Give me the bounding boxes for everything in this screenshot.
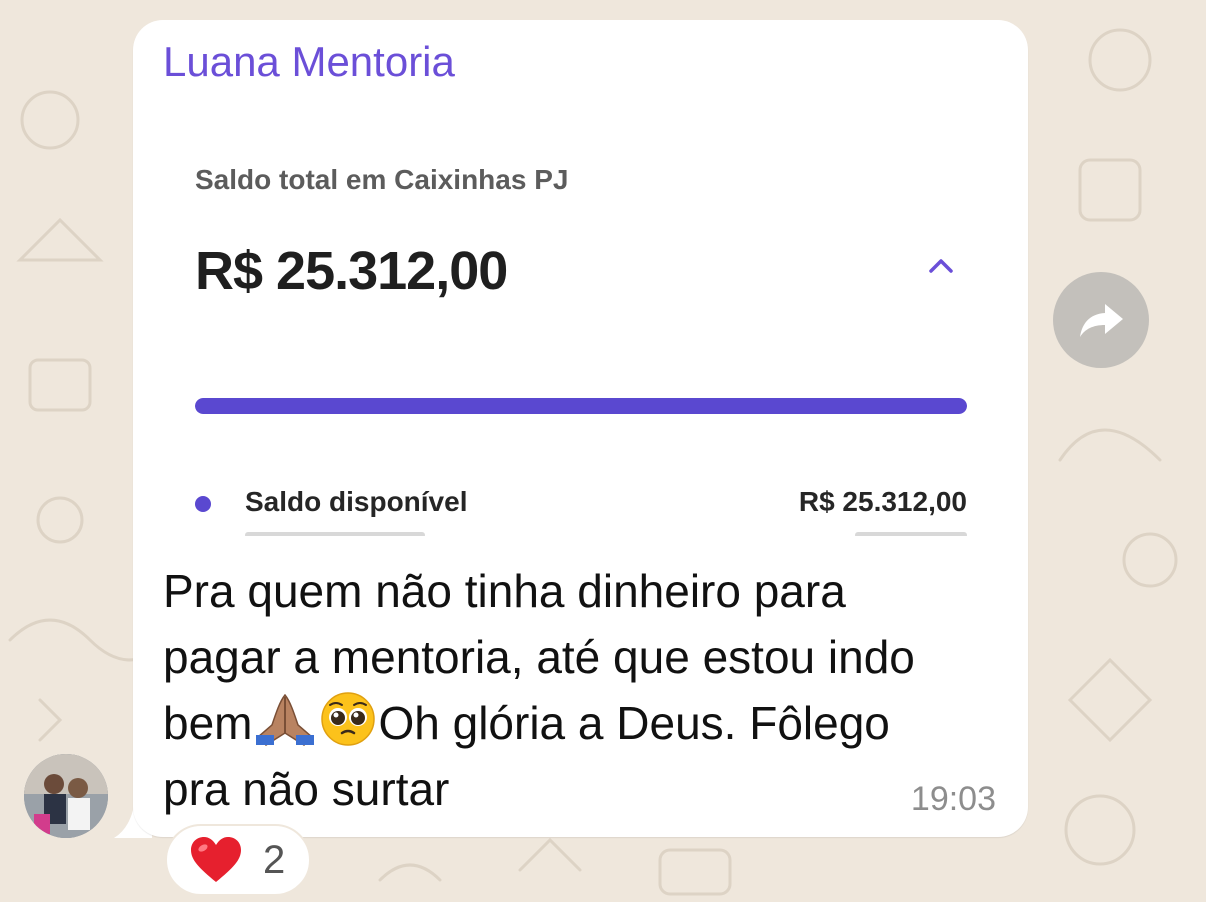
message-bubble[interactable]: Luana Mentoria Saldo total em Caixinhas … <box>133 20 1028 837</box>
forward-icon <box>1080 304 1123 337</box>
reaction-pill[interactable]: 2 <box>165 824 311 896</box>
message-fragment: bem <box>163 697 253 749</box>
folded-hands-emoji <box>256 693 315 746</box>
message-line: Pra quem não tinha dinheiro para <box>163 565 846 617</box>
balance-progress-bar <box>195 398 967 414</box>
sender-name[interactable]: Luana Mentoria <box>163 38 455 86</box>
message-line: bem Oh glória a Deus. Fôlego <box>163 690 1013 756</box>
available-balance-value: R$ 25.312,00 <box>798 486 967 517</box>
red-heart-emoji <box>191 837 241 882</box>
available-balance-label: Saldo disponível <box>245 486 468 517</box>
forward-button[interactable] <box>1053 272 1149 368</box>
message-text: Pra quem não tinha dinheiro para pagar a… <box>163 558 1013 822</box>
balance-progress-fill <box>195 398 967 414</box>
message-fragment: Oh glória a Deus. Fôlego <box>378 697 890 749</box>
pleading-face-emoji <box>321 692 376 746</box>
chevron-up-icon <box>929 259 953 273</box>
message-line: pra não surtar <box>163 763 450 815</box>
balance-amount: R$ 25.312,00 <box>195 241 508 301</box>
message-timestamp: 19:03 <box>910 780 996 818</box>
sender-avatar[interactable] <box>24 754 108 838</box>
message-line: pagar a mentoria, até que estou indo <box>163 631 915 683</box>
legend-dot <box>195 496 211 512</box>
available-balance-row: Saldo disponível R$ 25.312,00 <box>195 486 967 522</box>
reaction-count: 2 <box>263 837 286 882</box>
balance-title: Saldo total em Caixinhas PJ <box>195 164 569 195</box>
cropped-row <box>195 532 967 536</box>
attached-image[interactable]: Saldo total em Caixinhas PJ R$ 25.312,00… <box>163 108 998 536</box>
